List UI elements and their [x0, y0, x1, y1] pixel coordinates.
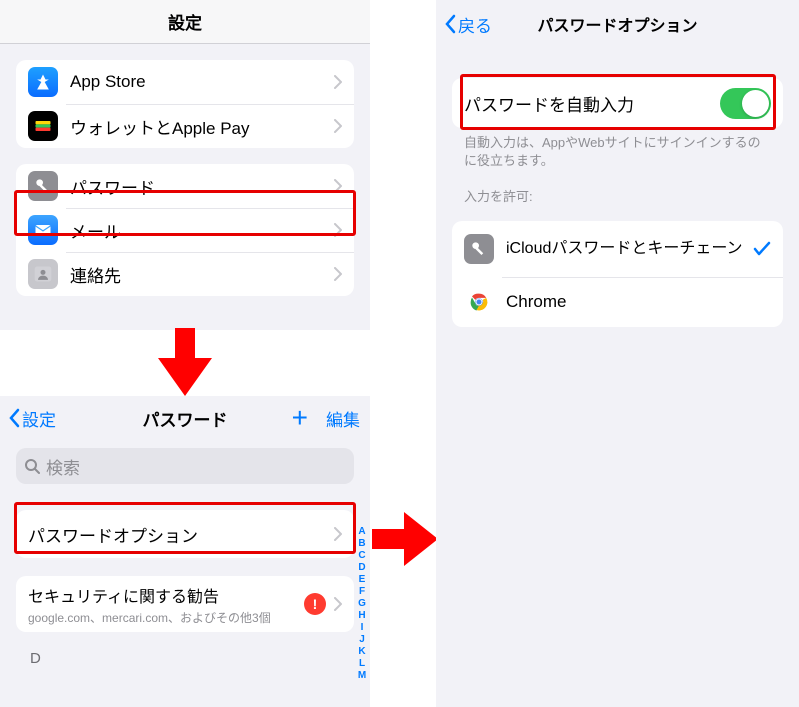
chevron-right-icon: [334, 119, 342, 133]
edit-button[interactable]: 編集: [326, 406, 360, 431]
row-password[interactable]: パスワード: [16, 164, 354, 208]
index-letter[interactable]: M: [358, 670, 366, 682]
arrow-right-icon: [372, 512, 438, 566]
password-options-group: パスワードオプション: [16, 510, 354, 558]
chevron-right-icon: [334, 267, 342, 281]
arrow-down-icon: [158, 328, 212, 396]
alert-badge-icon: !: [304, 593, 326, 615]
icloud-label: iCloudパスワードとキーチェーン: [506, 239, 753, 259]
index-letter[interactable]: B: [358, 538, 365, 550]
index-letter[interactable]: G: [358, 598, 366, 610]
index-letter[interactable]: E: [359, 574, 366, 586]
sources-group: iCloudパスワードとキーチェーン Chrome: [452, 221, 783, 327]
password-options-panel: 戻る パスワードオプション パスワードを自動入力 自動入力は、AppやWebサイ…: [436, 0, 799, 707]
chevron-right-icon: [334, 527, 342, 541]
index-letter[interactable]: I: [361, 622, 364, 634]
chevron-right-icon: [334, 179, 342, 193]
autofill-group: パスワードを自動入力: [452, 78, 783, 128]
back-settings-label: 設定: [22, 406, 56, 431]
autofill-label: パスワードを自動入力: [464, 91, 720, 116]
row-security-recommendations[interactable]: セキュリティに関する勧告 google.com、mercari.com、およびそ…: [16, 576, 354, 632]
search-input[interactable]: 検索: [16, 448, 354, 484]
row-wallet-label: ウォレットとApple Pay: [70, 114, 334, 139]
row-password-label: パスワード: [70, 174, 334, 199]
row-password-options[interactable]: パスワードオプション: [16, 510, 354, 558]
back-button[interactable]: 戻る: [436, 12, 492, 37]
security-group: セキュリティに関する勧告 google.com、mercari.com、およびそ…: [16, 576, 354, 632]
row-chrome[interactable]: Chrome: [452, 277, 783, 327]
chrome-icon: [464, 287, 494, 317]
settings-navbar: 設定: [0, 0, 370, 44]
autofill-caption: 自動入力は、AppやWebサイトにサインインするのに役立ちます。: [436, 128, 799, 170]
security-subtitle: google.com、mercari.com、およびその他3個: [28, 609, 304, 626]
wallet-icon: [28, 111, 58, 141]
row-icloud-keychain[interactable]: iCloudパスワードとキーチェーン: [452, 221, 783, 277]
passwords-navbar: 設定 パスワード + 編集: [0, 396, 370, 440]
back-label: 戻る: [458, 12, 492, 37]
contacts-icon: [28, 259, 58, 289]
search-placeholder: 検索: [46, 454, 80, 479]
index-letter[interactable]: L: [359, 658, 365, 670]
index-letter[interactable]: H: [358, 610, 365, 622]
appstore-icon: [28, 67, 58, 97]
index-letter[interactable]: C: [358, 550, 365, 562]
index-letter[interactable]: F: [359, 586, 365, 598]
settings-group-store: App Store ウォレットとApple Pay: [16, 60, 354, 148]
search-icon: [24, 458, 40, 474]
row-contacts-label: 連絡先: [70, 262, 334, 287]
add-password-button[interactable]: +: [292, 404, 308, 432]
index-letter[interactable]: A: [358, 526, 365, 538]
row-appstore-label: App Store: [70, 72, 334, 92]
section-index-letter: D: [0, 632, 370, 667]
chrome-label: Chrome: [506, 292, 771, 312]
settings-title: 設定: [0, 9, 370, 34]
checkmark-icon: [753, 241, 771, 257]
key-icon: [464, 234, 494, 264]
key-icon: [28, 171, 58, 201]
security-title: セキュリティに関する勧告: [28, 583, 304, 607]
index-letter[interactable]: D: [358, 562, 365, 574]
row-mail[interactable]: メール: [16, 208, 354, 252]
chevron-right-icon: [334, 75, 342, 89]
settings-group-accounts: パスワード メール 連絡先: [16, 164, 354, 296]
mail-icon: [28, 215, 58, 245]
chevron-right-icon: [334, 223, 342, 237]
chevron-left-icon: [8, 408, 20, 428]
row-wallet[interactable]: ウォレットとApple Pay: [16, 104, 354, 148]
row-password-options-label: パスワードオプション: [28, 522, 334, 547]
index-letter[interactable]: J: [359, 634, 365, 646]
row-contacts[interactable]: 連絡先: [16, 252, 354, 296]
options-navbar: 戻る パスワードオプション: [436, 0, 799, 48]
autofill-toggle[interactable]: [720, 88, 771, 119]
chevron-right-icon: [334, 597, 342, 611]
index-strip[interactable]: ABCDEFGHIJKLM: [356, 396, 368, 707]
row-mail-label: メール: [70, 218, 334, 243]
row-appstore[interactable]: App Store: [16, 60, 354, 104]
passwords-panel: 設定 パスワード + 編集 検索 パスワードオプション セキュリティに関する勧告…: [0, 396, 370, 707]
index-letter[interactable]: K: [358, 646, 365, 658]
allow-from-header: 入力を許可:: [436, 170, 799, 210]
back-settings-button[interactable]: 設定: [0, 406, 56, 431]
settings-panel: 設定 App Store ウォレットとApple Pay: [0, 0, 370, 330]
row-autofill-toggle: パスワードを自動入力: [452, 78, 783, 128]
chevron-left-icon: [444, 14, 456, 34]
